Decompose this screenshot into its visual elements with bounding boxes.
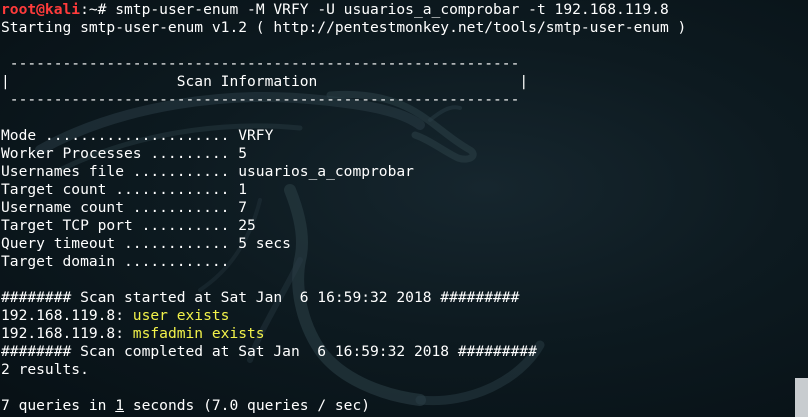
scan-info-title: | Scan Information | — [1, 73, 529, 90]
prompt-path: :~# — [80, 1, 116, 18]
prompt-user-host: root@kali — [1, 1, 81, 18]
queries-suffix: seconds (7.0 queries / sec) — [124, 397, 371, 414]
scan-info-rule-top: ----------------------------------------… — [1, 55, 520, 72]
queries-summary-line: 7 queries in 1 seconds (7.0 queries / se… — [1, 397, 794, 415]
result-line: 192.168.119.8: msfadmin exists — [1, 325, 794, 343]
starting-line: Starting smtp-user-enum v1.2 ( http://pe… — [1, 19, 687, 36]
result-host: 192.168.119.8: — [1, 307, 133, 324]
mode-line: Mode ..................... VRFY — [1, 127, 274, 144]
result-text: msfadmin exists — [132, 325, 265, 342]
username-count-line: Username count ........... 7 — [1, 199, 248, 216]
query-timeout-line: Query timeout ............ 5 secs — [1, 235, 291, 252]
scrollbar[interactable] — [795, 0, 808, 417]
terminal-output: root@kali:~# smtp-user-enum -M VRFY -U u… — [1, 1, 794, 415]
worker-processes-line: Worker Processes ......... 5 — [1, 145, 248, 162]
target-domain-line: Target domain ............ — [1, 253, 230, 270]
command-line: root@kali:~# smtp-user-enum -M VRFY -U u… — [1, 1, 794, 19]
results-count-line: 2 results. — [1, 361, 89, 378]
scan-started-line: ######## Scan started at Sat Jan 6 16:59… — [1, 289, 520, 306]
text-cursor: 1 — [115, 397, 125, 414]
scan-info-rule-bottom: ----------------------------------------… — [1, 91, 520, 108]
queries-prefix: 7 queries in — [1, 397, 116, 414]
usernames-file-line: Usernames file ........... usuarios_a_co… — [1, 163, 414, 180]
terminal-window[interactable]: root@kali:~# smtp-user-enum -M VRFY -U u… — [0, 0, 808, 417]
target-tcp-port-line: Target TCP port .......... 25 — [1, 217, 256, 234]
result-line: 192.168.119.8: user exists — [1, 307, 794, 325]
scrollbar-thumb[interactable] — [795, 378, 808, 417]
target-count-line: Target count ............. 1 — [1, 181, 248, 198]
result-text: user exists — [132, 307, 230, 324]
scan-completed-line: ######## Scan completed at Sat Jan 6 16:… — [1, 343, 537, 360]
command-text: smtp-user-enum -M VRFY -U usuarios_a_com… — [115, 1, 669, 18]
result-host: 192.168.119.8: — [1, 325, 133, 342]
